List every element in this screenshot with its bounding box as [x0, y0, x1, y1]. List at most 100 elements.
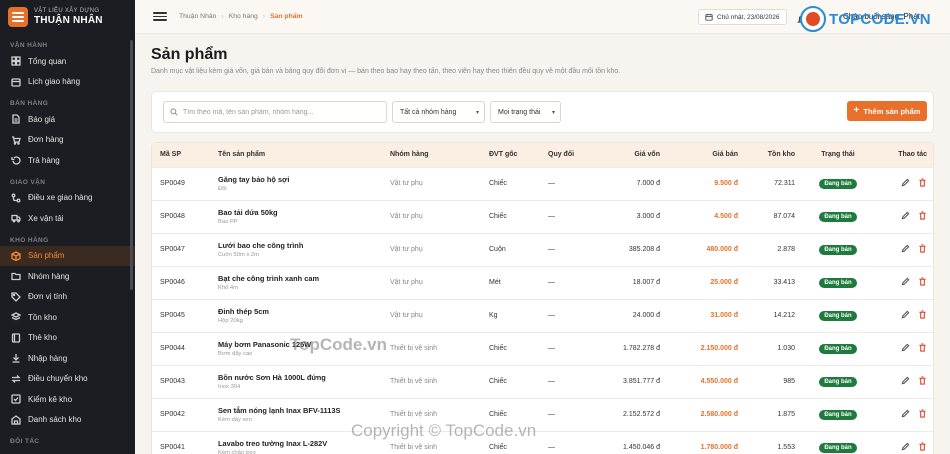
- cell-status: Đang bán: [803, 266, 873, 299]
- sidebar-item[interactable]: Sản phẩm: [0, 245, 135, 266]
- sidebar-item[interactable]: Đơn hàng: [0, 130, 135, 151]
- header-group[interactable]: Nhóm hàng: [382, 143, 481, 167]
- status-filter-value: Mọi trạng thái: [498, 108, 541, 116]
- topcode-logo-icon: [800, 6, 826, 32]
- header-code[interactable]: Mã SP: [152, 143, 210, 167]
- header-status[interactable]: Trạng thái: [803, 143, 873, 167]
- sidebar-scrollbar[interactable]: [130, 40, 133, 290]
- table-row[interactable]: SP0044 Máy bơm Panasonic 125W Bơm đẩy ca…: [152, 332, 933, 365]
- cell-code: SP0048: [160, 213, 185, 220]
- brand-name: THUẬN NHÂN: [34, 14, 103, 26]
- sidebar-item[interactable]: Danh sách kho: [0, 410, 135, 431]
- trash-icon[interactable]: [918, 442, 927, 453]
- trash-icon[interactable]: [918, 376, 927, 387]
- chevron-down-icon: ▾: [551, 109, 555, 116]
- group-filter-select[interactable]: Tất cả nhóm hàng ▾: [392, 101, 485, 123]
- sidebar-section-title: GIAO VẬN: [10, 178, 46, 186]
- product-name[interactable]: Bao tải dứa 50kg: [218, 208, 374, 217]
- trash-icon[interactable]: [918, 310, 927, 321]
- trash-icon[interactable]: [918, 409, 927, 420]
- header-unit[interactable]: ĐVT gốc: [481, 143, 540, 167]
- cell-unit: Mét: [489, 279, 501, 286]
- sidebar-item[interactable]: Nhập hàng: [0, 348, 135, 369]
- product-name[interactable]: Đinh thép 5cm: [218, 307, 374, 316]
- topcode-watermark-logo: TOPCODE.VN: [800, 6, 931, 32]
- status-filter-select[interactable]: Mọi trạng thái ▾: [490, 101, 561, 123]
- edit-icon[interactable]: [901, 244, 910, 255]
- trash-icon[interactable]: [918, 244, 927, 255]
- header-cost[interactable]: Giá vốn: [594, 143, 668, 167]
- product-name[interactable]: Sen tắm nóng lạnh Inax BFV-1113S: [218, 406, 374, 415]
- date-chip[interactable]: Chủ nhật, 23/08/2026: [698, 9, 787, 25]
- sidebar-item[interactable]: Xe vận tải: [0, 208, 135, 229]
- sidebar-item[interactable]: Lịch giao hàng: [0, 72, 135, 93]
- cell-cost: 7.000 đ: [636, 180, 660, 187]
- header-price[interactable]: Giá bán: [668, 143, 746, 167]
- product-name[interactable]: Bồn nước Sơn Hà 1000L đứng: [218, 373, 374, 382]
- trash-icon[interactable]: [918, 211, 927, 222]
- cell-stock: 33.413: [773, 279, 795, 286]
- sidebar-item[interactable]: Đơn vị tính: [0, 287, 135, 308]
- sidebar-item[interactable]: Điều xe giao hàng: [0, 188, 135, 209]
- folder-icon: [10, 271, 22, 281]
- sidebar-item[interactable]: Báo giá: [0, 109, 135, 130]
- sidebar-item-label: Nhóm hàng: [28, 271, 70, 281]
- cell-price: 480.000 đ: [706, 246, 738, 253]
- brand[interactable]: VẬT LIỆU XÂY DỰNG THUẬN NHÂN: [0, 0, 135, 34]
- grid-icon: [10, 56, 22, 66]
- edit-icon[interactable]: [901, 211, 910, 222]
- search-box[interactable]: [163, 101, 387, 123]
- table-row[interactable]: SP0048 Bao tải dứa 50kg Bao PP Vật tư ph…: [152, 200, 933, 233]
- edit-icon[interactable]: [901, 409, 910, 420]
- edit-icon[interactable]: [901, 310, 910, 321]
- trash-icon[interactable]: [918, 277, 927, 288]
- cell-stock: 14.212: [773, 312, 795, 319]
- breadcrumb-item-home[interactable]: Thuận Nhân: [179, 13, 216, 20]
- add-product-button[interactable]: + Thêm sản phẩm: [847, 101, 927, 121]
- header-name[interactable]: Tên sản phẩm: [210, 143, 382, 167]
- table-row[interactable]: SP0046 Bạt che công trình xanh cam Khổ 4…: [152, 266, 933, 299]
- search-icon: [170, 108, 178, 116]
- product-name[interactable]: Bạt che công trình xanh cam: [218, 274, 374, 283]
- header-stock[interactable]: Tồn kho: [746, 143, 803, 167]
- cell-price: 25.000 đ: [710, 279, 738, 286]
- edit-icon[interactable]: [901, 277, 910, 288]
- edit-icon[interactable]: [901, 376, 910, 387]
- products-table: Mã SP Tên sản phẩm Nhóm hàng ĐVT gốc Quy…: [151, 142, 934, 454]
- book-icon: [10, 333, 22, 343]
- breadcrumb-item-warehouse[interactable]: Kho hàng: [229, 13, 258, 20]
- calendar-icon: [10, 77, 22, 87]
- sidebar-item[interactable]: Tổng quan: [0, 51, 135, 72]
- trash-icon[interactable]: [918, 343, 927, 354]
- sidebar-item[interactable]: Thẻ kho: [0, 328, 135, 349]
- cell-stock: 72.311: [774, 180, 795, 187]
- table-row[interactable]: SP0043 Bồn nước Sơn Hà 1000L đứng Inox 3…: [152, 365, 933, 398]
- product-name[interactable]: Lưới bao che công trình: [218, 241, 374, 250]
- header-conversion[interactable]: Quy đổi: [540, 143, 594, 167]
- sidebar-item-label: Tồn kho: [28, 312, 57, 322]
- sidebar-item[interactable]: Trả hàng: [0, 150, 135, 171]
- sidebar-item[interactable]: Nhóm hàng: [0, 266, 135, 287]
- cell-code: SP0043: [160, 378, 185, 385]
- cell-status: Đang bán: [803, 299, 873, 332]
- table-row[interactable]: SP0049 Găng tay bảo hộ sợi Đôi Vật tư ph…: [152, 167, 933, 200]
- cell-status: Đang bán: [803, 431, 873, 454]
- edit-icon[interactable]: [901, 442, 910, 453]
- search-input[interactable]: [183, 108, 373, 116]
- sidebar-item[interactable]: Tồn kho: [0, 307, 135, 328]
- table-row[interactable]: SP0045 Đinh thép 5cm Hộp 20kg Vật tư phụ…: [152, 299, 933, 332]
- product-name[interactable]: Găng tay bảo hộ sợi: [218, 175, 374, 184]
- sidebar-item[interactable]: Điều chuyển kho: [0, 369, 135, 390]
- sidebar-item[interactable]: Kiểm kê kho: [0, 389, 135, 410]
- trash-icon[interactable]: [918, 178, 927, 189]
- cell-cost: 2.152.572 đ: [623, 411, 660, 418]
- menu-icon[interactable]: [153, 12, 167, 21]
- topcode-logo-text: TOPCODE.VN: [829, 10, 931, 28]
- sidebar-item-label: Điều chuyển kho: [28, 374, 88, 384]
- edit-icon[interactable]: [901, 343, 910, 354]
- product-subtitle: Cuộn 50m x 2m: [218, 252, 259, 258]
- table-row[interactable]: SP0041 Lavabo treo tường Inax L-282V Kèm…: [152, 431, 933, 454]
- table-row[interactable]: SP0047 Lưới bao che công trình Cuộn 50m …: [152, 233, 933, 266]
- table-row[interactable]: SP0042 Sen tắm nóng lạnh Inax BFV-1113S …: [152, 398, 933, 431]
- edit-icon[interactable]: [901, 178, 910, 189]
